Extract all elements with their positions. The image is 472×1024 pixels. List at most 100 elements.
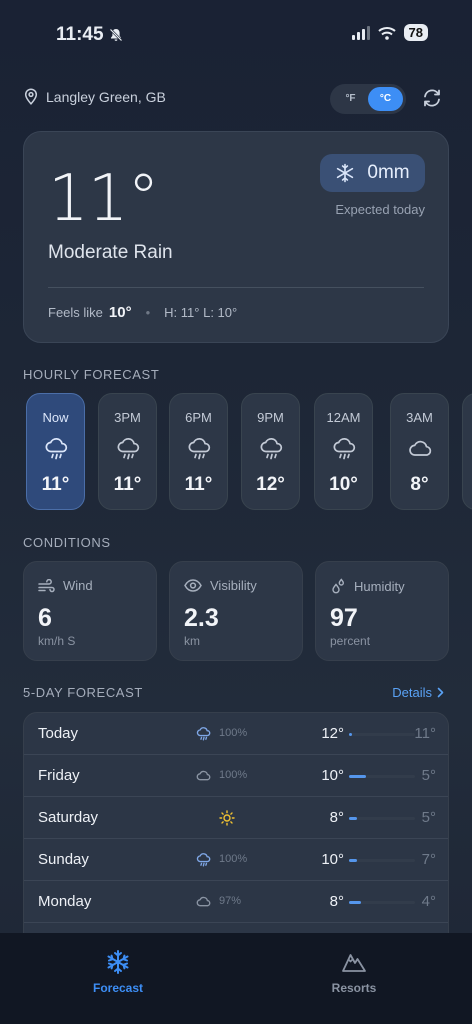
rain-cloud-icon: [45, 438, 68, 460]
forecast-high: 10°: [321, 851, 344, 868]
status-time: 11:45: [56, 24, 124, 46]
hourly-forecast-list[interactable]: Now 11° 3PM 11° 6PM 11° 9PM 12° 12AM 10°…: [26, 393, 472, 513]
visibility-header: Visibility: [184, 578, 257, 593]
hour-label: 12AM: [326, 410, 361, 425]
five-day-forecast-list[interactable]: Today 100% 12° 11° Friday 100% 10° 5° Sa…: [23, 712, 449, 942]
hour-temperature: 11°: [41, 474, 70, 495]
details-link[interactable]: Details: [392, 685, 444, 700]
forecast-day: Monday: [38, 893, 92, 910]
wifi-icon: [377, 26, 396, 40]
forecast-high: 12°: [321, 725, 344, 742]
hour-label: 3AM: [406, 410, 433, 425]
location-label[interactable]: Langley Green, GB: [24, 88, 166, 105]
temp-range-bar: [349, 859, 415, 862]
feels-like-row: Feels like 10° • H: 11° L: 10°: [48, 304, 237, 321]
forecast-row-saturday[interactable]: Saturday 8° 5°: [24, 797, 448, 839]
temp-range-bar: [349, 817, 415, 820]
rain-cloud-icon: [188, 438, 211, 460]
eye-icon: [184, 579, 202, 592]
temp-range-fill: [349, 817, 357, 820]
visibility-card: Visibility 2.3 km: [169, 561, 303, 661]
battery-indicator: 78: [403, 24, 428, 41]
tab-forecast[interactable]: Forecast: [58, 949, 178, 995]
hourly-forecast-title: HOURLY FORECAST: [23, 367, 160, 382]
current-weather-card: 11° Moderate Rain 0mm Expected today Fee…: [23, 131, 449, 343]
current-condition: Moderate Rain: [48, 242, 173, 263]
visibility-label: Visibility: [210, 578, 257, 593]
wind-unit: km/h S: [38, 634, 76, 648]
temp-range-fill: [349, 859, 357, 862]
refresh-icon[interactable]: [421, 87, 443, 109]
status-icons: 78: [351, 24, 428, 41]
humidity-label: Humidity: [354, 578, 405, 594]
humidity-header: Humidity: [330, 578, 405, 594]
wind-value: 6: [38, 604, 52, 632]
hour-label: 9PM: [257, 410, 284, 425]
conditions-title: CONDITIONS: [23, 535, 111, 550]
unit-toggle[interactable]: °F °C: [330, 84, 406, 114]
mountain-icon: [342, 954, 366, 972]
forecast-day: Sunday: [38, 851, 89, 868]
feels-like-value: 10°: [108, 304, 132, 321]
snowfall-amount: 0mm: [367, 162, 410, 183]
snowflake-icon: [337, 163, 354, 183]
clock-text: 11:45: [56, 24, 104, 45]
tab-resorts[interactable]: Resorts: [294, 949, 414, 995]
temp-range-bar: [349, 775, 415, 778]
forecast-day: Today: [38, 725, 79, 742]
humidity-unit: percent: [330, 634, 371, 648]
visibility-unit: km: [184, 634, 200, 648]
humidity-value: 97: [330, 604, 358, 632]
rain-cloud-icon: [117, 438, 140, 460]
temp-range-fill: [349, 733, 353, 736]
high-low-text: H: 11° L: 10°: [164, 305, 238, 320]
forecast-row-sunday[interactable]: Sunday 100% 10° 7°: [24, 839, 448, 881]
humidity-card: Humidity 97 percent: [315, 561, 449, 661]
hour-temperature: 11°: [184, 474, 213, 495]
hourly-item-9pm[interactable]: 9PM 12°: [241, 393, 300, 510]
precip-chance: 100%: [219, 727, 248, 739]
forecast-day: Friday: [38, 767, 80, 784]
temp-range-fill: [349, 775, 366, 778]
temp-range-fill: [349, 901, 361, 904]
hour-label: Now: [42, 410, 69, 425]
separator-dot: •: [145, 305, 151, 320]
status-bar: 11:45 78: [0, 0, 472, 70]
five-day-title: 5-DAY FORECAST: [23, 685, 143, 700]
unit-fahrenheit-button[interactable]: °F: [333, 87, 368, 111]
hour-temperature: 12°: [256, 474, 285, 495]
hour-label: 3PM: [114, 410, 141, 425]
droplets-icon: [332, 578, 345, 594]
forecast-high: 8°: [329, 809, 344, 826]
forecast-row-friday[interactable]: Friday 100% 10° 5°: [24, 755, 448, 797]
forecast-low: 11°: [414, 725, 436, 742]
forecast-low: 4°: [421, 893, 436, 910]
forecast-low: 5°: [421, 809, 436, 826]
forecast-row-today[interactable]: Today 100% 12° 11°: [24, 713, 448, 755]
card-divider: [48, 287, 424, 288]
snowfall-badge: 0mm: [320, 154, 425, 192]
chevron-right-icon: [437, 687, 444, 698]
cloud-icon: [196, 896, 211, 907]
wind-header: Wind: [38, 578, 93, 593]
hour-temperature: 11°: [113, 474, 142, 495]
hourly-item-3am[interactable]: 3AM 8°: [390, 393, 449, 510]
rain-cloud-icon: [196, 727, 211, 741]
tab-forecast-label: Forecast: [92, 981, 144, 995]
unit-celsius-button[interactable]: °C: [368, 87, 403, 111]
snowflake-icon: [107, 950, 129, 974]
forecast-row-monday[interactable]: Monday 97% 8° 4°: [24, 881, 448, 923]
hourly-item-12am[interactable]: 12AM 10°: [314, 393, 373, 510]
snowfall-caption: Expected today: [335, 202, 425, 217]
hour-temperature: 10°: [329, 474, 358, 495]
location-text: Langley Green, GB: [46, 88, 166, 105]
rain-cloud-icon: [196, 853, 211, 867]
hourly-item-3pm[interactable]: 3PM 11°: [98, 393, 157, 510]
hourly-item-6pm[interactable]: 6PM 11°: [169, 393, 228, 510]
forecast-day: Saturday: [38, 809, 99, 826]
precip-chance: 100%: [219, 853, 248, 865]
wind-label: Wind: [63, 578, 93, 593]
hourly-item-partial[interactable]: [462, 393, 472, 510]
hourly-item-now[interactable]: Now 11°: [26, 393, 85, 510]
tab-bar: Forecast Resorts: [0, 933, 472, 1024]
